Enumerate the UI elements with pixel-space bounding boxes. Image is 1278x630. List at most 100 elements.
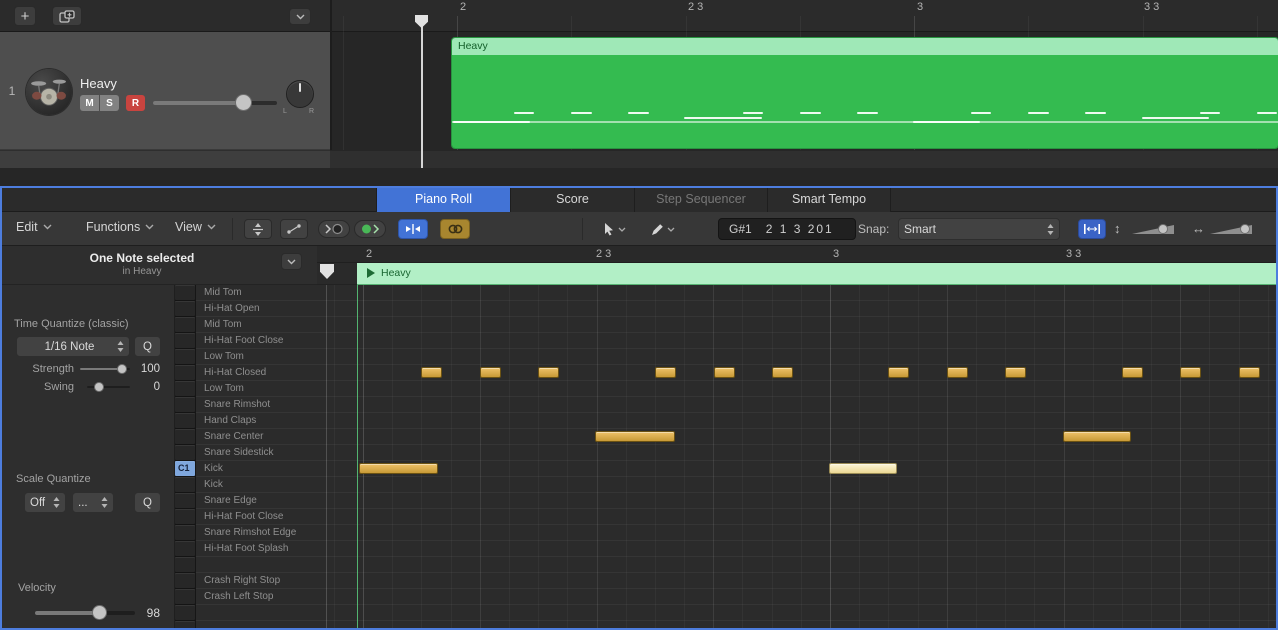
drum-lane-row[interactable]: Mid Tom: [196, 317, 1278, 333]
midi-region[interactable]: Heavy: [452, 38, 1278, 148]
piano-key[interactable]: [175, 397, 195, 412]
piano-key[interactable]: [175, 621, 195, 630]
piano-key[interactable]: [175, 285, 195, 300]
snap-menu[interactable]: Smart: [898, 218, 1060, 240]
track-header-options-button[interactable]: [289, 8, 311, 25]
midi-in-button[interactable]: [318, 220, 350, 238]
piano-key[interactable]: [175, 605, 195, 620]
piano-key[interactable]: C1: [175, 461, 195, 476]
piano-key[interactable]: [175, 589, 195, 604]
horizontal-zoom-knob[interactable]: [1240, 224, 1250, 234]
region-play-icon[interactable]: [367, 268, 375, 278]
track-avatar[interactable]: [26, 69, 72, 115]
piano-key[interactable]: [175, 525, 195, 540]
piano-key[interactable]: [175, 317, 195, 332]
mute-button[interactable]: M: [80, 95, 99, 111]
midi-note[interactable]: [714, 367, 735, 378]
swing-slider-knob[interactable]: [94, 382, 104, 392]
automation-button[interactable]: [280, 219, 308, 239]
piano-key[interactable]: [175, 413, 195, 428]
midi-note[interactable]: [947, 367, 968, 378]
tab-step-sequencer[interactable]: Step Sequencer: [634, 188, 767, 212]
time-quantize-apply-button[interactable]: Q: [134, 336, 161, 357]
drum-lane-row[interactable]: Kick: [196, 477, 1278, 493]
record-enable-button[interactable]: R: [126, 95, 145, 111]
midi-note[interactable]: [595, 431, 675, 442]
drum-lane-row[interactable]: Snare Rimshot Edge: [196, 525, 1278, 541]
drum-lane-row[interactable]: Snare Rimshot: [196, 397, 1278, 413]
drum-lane-row[interactable]: Hi-Hat Closed: [196, 365, 1278, 381]
drum-lane-row[interactable]: Snare Sidestick: [196, 445, 1278, 461]
drum-lane-row[interactable]: Snare Edge: [196, 493, 1278, 509]
piano-key[interactable]: [175, 381, 195, 396]
inspector-options-button[interactable]: [281, 253, 302, 270]
tab-piano-roll[interactable]: Piano Roll: [376, 188, 510, 212]
arrange-playhead-line[interactable]: [421, 16, 423, 168]
midi-note[interactable]: [888, 367, 909, 378]
pr-ruler[interactable]: 22 333 3: [317, 246, 1278, 263]
midi-note[interactable]: [772, 367, 793, 378]
vertical-zoom-knob[interactable]: [1158, 224, 1168, 234]
drum-lane-row[interactable]: Hi-Hat Foot Close: [196, 509, 1278, 525]
add-track-button[interactable]: +: [14, 6, 36, 26]
scale-mode-select[interactable]: ...: [72, 492, 114, 513]
piano-key[interactable]: [175, 493, 195, 508]
midi-note[interactable]: [480, 367, 501, 378]
strength-slider-knob[interactable]: [117, 364, 127, 374]
auto-zoom-button[interactable]: [1078, 219, 1106, 239]
drum-lane-row[interactable]: Low Tom: [196, 381, 1278, 397]
midi-note[interactable]: [1239, 367, 1260, 378]
catch-playhead-button[interactable]: [398, 219, 428, 239]
solo-button[interactable]: S: [100, 95, 119, 111]
drum-lane-row[interactable]: Hand Claps: [196, 413, 1278, 429]
midi-note-selected[interactable]: [829, 463, 897, 474]
piano-key[interactable]: [175, 445, 195, 460]
scale-root-select[interactable]: Off: [24, 492, 66, 513]
drum-lane-row[interactable]: Low Tom: [196, 349, 1278, 365]
drum-lane-row[interactable]: Crash Right Stop: [196, 573, 1278, 589]
functions-menu[interactable]: Functions: [86, 220, 154, 234]
piano-key[interactable]: [175, 573, 195, 588]
drum-lane-row[interactable]: Hi-Hat Foot Close: [196, 333, 1278, 349]
piano-key[interactable]: [175, 365, 195, 380]
tab-score[interactable]: Score: [510, 188, 634, 212]
pan-knob[interactable]: [286, 80, 314, 108]
drum-lane-row[interactable]: Hi-Hat Open: [196, 301, 1278, 317]
volume-slider-knob[interactable]: [235, 94, 252, 111]
drum-lane-row[interactable]: Crash Left Stop: [196, 589, 1278, 605]
midi-note[interactable]: [1005, 367, 1026, 378]
pr-lane-rows[interactable]: Mid TomHi-Hat OpenMid TomHi-Hat Foot Clo…: [196, 285, 1278, 630]
tab-smart-tempo[interactable]: Smart Tempo: [767, 188, 891, 212]
midi-note[interactable]: [1122, 367, 1143, 378]
track-header[interactable]: 1 Heavy M S R L R: [0, 32, 330, 150]
drum-lane-row[interactable]: [196, 557, 1278, 573]
piano-key[interactable]: [175, 333, 195, 348]
piano-key[interactable]: [175, 557, 195, 572]
pr-region-header[interactable]: Heavy: [357, 263, 1278, 285]
velocity-slider-knob[interactable]: [92, 605, 107, 620]
midi-note[interactable]: [1063, 431, 1131, 442]
duplicate-track-button[interactable]: [52, 6, 82, 26]
arrange-timeline-ruler[interactable]: 22 333 3: [336, 0, 1278, 16]
drum-lane-row[interactable]: [196, 605, 1278, 621]
piano-key[interactable]: [175, 541, 195, 556]
view-menu[interactable]: View: [175, 220, 216, 234]
drum-lane-row[interactable]: [196, 621, 1278, 630]
collapse-mode-button[interactable]: [244, 219, 272, 239]
pencil-tool-menu[interactable]: [642, 219, 684, 239]
midi-out-button[interactable]: [354, 220, 386, 238]
drum-lane-row[interactable]: Mid Tom: [196, 285, 1278, 301]
piano-key[interactable]: [175, 301, 195, 316]
piano-key[interactable]: [175, 477, 195, 492]
midi-note[interactable]: [421, 367, 442, 378]
drum-lane-row[interactable]: Hi-Hat Foot Splash: [196, 541, 1278, 557]
piano-key[interactable]: [175, 429, 195, 444]
content-link-button[interactable]: [440, 219, 470, 239]
track-name[interactable]: Heavy: [80, 76, 117, 91]
piano-key[interactable]: [175, 349, 195, 364]
midi-note[interactable]: [655, 367, 676, 378]
scale-quantize-apply-button[interactable]: Q: [134, 492, 161, 513]
piano-key[interactable]: [175, 509, 195, 524]
time-quantize-select[interactable]: 1/16 Note: [16, 336, 130, 357]
midi-note[interactable]: [1180, 367, 1201, 378]
